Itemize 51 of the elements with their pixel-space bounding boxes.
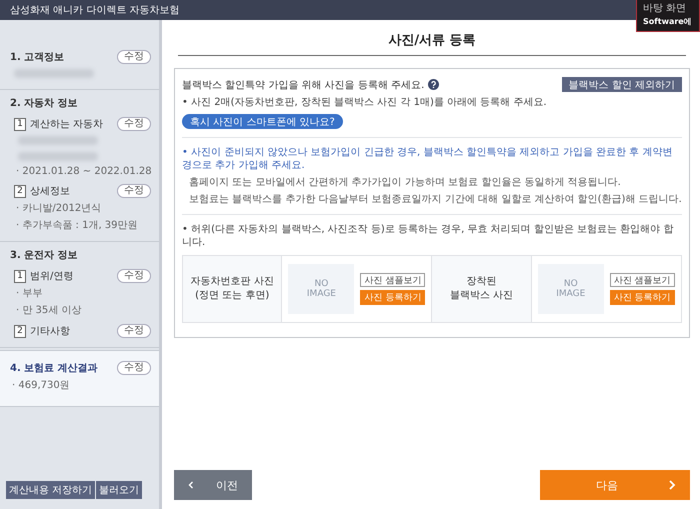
placeholder-text: IMAGE [556, 289, 586, 299]
section-title: 4. 보험료 계산결과 [10, 362, 99, 375]
section-title: 1. 고객정보 [10, 51, 66, 64]
notice-text: 보험료는 블랙박스를 추가한 다음날부터 보험종료일까지 기간에 대해 일할로 계산하여 할인(환급)해 드립니다. [188, 193, 682, 206]
edit-button[interactable]: 수정 [117, 361, 151, 375]
subsection-title: 기타사항 [30, 325, 71, 338]
save-button[interactable]: 계산내용 저장하기 [6, 481, 96, 499]
number-box: 1 [14, 270, 26, 282]
placeholder-text: NO [314, 279, 328, 289]
section-title: 2. 자동차 정보 [10, 97, 79, 110]
photo-label: 블랙박스 사진 [450, 289, 514, 303]
number-box: 2 [14, 184, 26, 198]
instruction-text: • 사진 2매(자동차번호판, 장착된 블랙박스 사진 각 1매)를 아래에 등록해 주세요. [182, 96, 547, 109]
sample-button[interactable]: 사진 샘플보기 [360, 273, 426, 287]
info-text: · 카니발/2012년식 [15, 202, 102, 215]
info-text: · 추가부속품 : 1개, 39만원 [15, 219, 139, 232]
edit-button[interactable]: 수정 [117, 50, 151, 64]
placeholder-text: IMAGE [306, 289, 336, 299]
notice-heading: 블랙박스 할인특약 가입을 위해 사진을 등록해 주세요. [182, 78, 424, 92]
chevron-right-icon [668, 480, 676, 490]
subsection-title: 상세정보 [30, 185, 71, 198]
subsection-title: 계산하는 자동차 [30, 118, 104, 131]
photo-label: 장착된 [466, 275, 497, 289]
photo-label: 자동차번호판 사진 [190, 275, 274, 289]
number-box: 2 [14, 324, 26, 338]
notice-text: • 사진이 준비되지 않았으나 보험가입이 긴급한 경우, 블랙박스 할인특약을 제외하고 가입을 완료한 후 계약변경으로 추가 가입해 주세요. [182, 146, 674, 172]
info-text: · 469,730원 [11, 379, 71, 392]
edit-button[interactable]: 수정 [117, 184, 151, 198]
notification-text: 바탕 화면 [643, 2, 688, 15]
help-icon[interactable] [428, 79, 440, 90]
warning-text: • 허위(다른 자동차의 블랙박스, 사진조작 등)로 등록하는 경우, 무효 처리되며 할인받은 보험료는 환입해야 합니다. [182, 223, 674, 249]
info-text: · 2021.01.28 ~ 2022.01.28 [15, 166, 151, 177]
placeholder-text: NO [564, 279, 578, 289]
smartphone-photo-button[interactable]: 혹시 사진이 스마트폰에 있나요? [182, 114, 343, 129]
section-title: 3. 운전자 정보 [10, 249, 79, 262]
notice-text: 홈페이지 또는 모바일에서 간편하게 추가가입이 가능하며 보험료 할인율은 동일하게 적용됩니다. [188, 176, 622, 189]
photo-label: (정면 또는 후면) [195, 289, 270, 303]
info-text: · 부부 [15, 287, 44, 300]
exclude-discount-button[interactable]: 블랙박스 할인 제외하기 [562, 77, 682, 92]
info-text: · 만 35세 이상 [15, 304, 82, 317]
site-title: 삼성화재 애니카 다이렉트 자동차보험 [10, 4, 180, 17]
notification-text: Software에 [643, 16, 693, 28]
number-box: 1 [14, 118, 26, 130]
subsection-title: 범위/연령 [30, 270, 74, 283]
edit-button[interactable]: 수정 [117, 117, 151, 131]
load-button[interactable]: 불러오기 [96, 481, 142, 499]
sample-button[interactable]: 사진 샘플보기 [610, 273, 675, 287]
edit-button[interactable]: 수정 [117, 324, 151, 338]
previous-button[interactable]: 이전 [174, 470, 252, 500]
chevron-left-icon [188, 480, 194, 490]
edit-button[interactable]: 수정 [117, 269, 151, 283]
